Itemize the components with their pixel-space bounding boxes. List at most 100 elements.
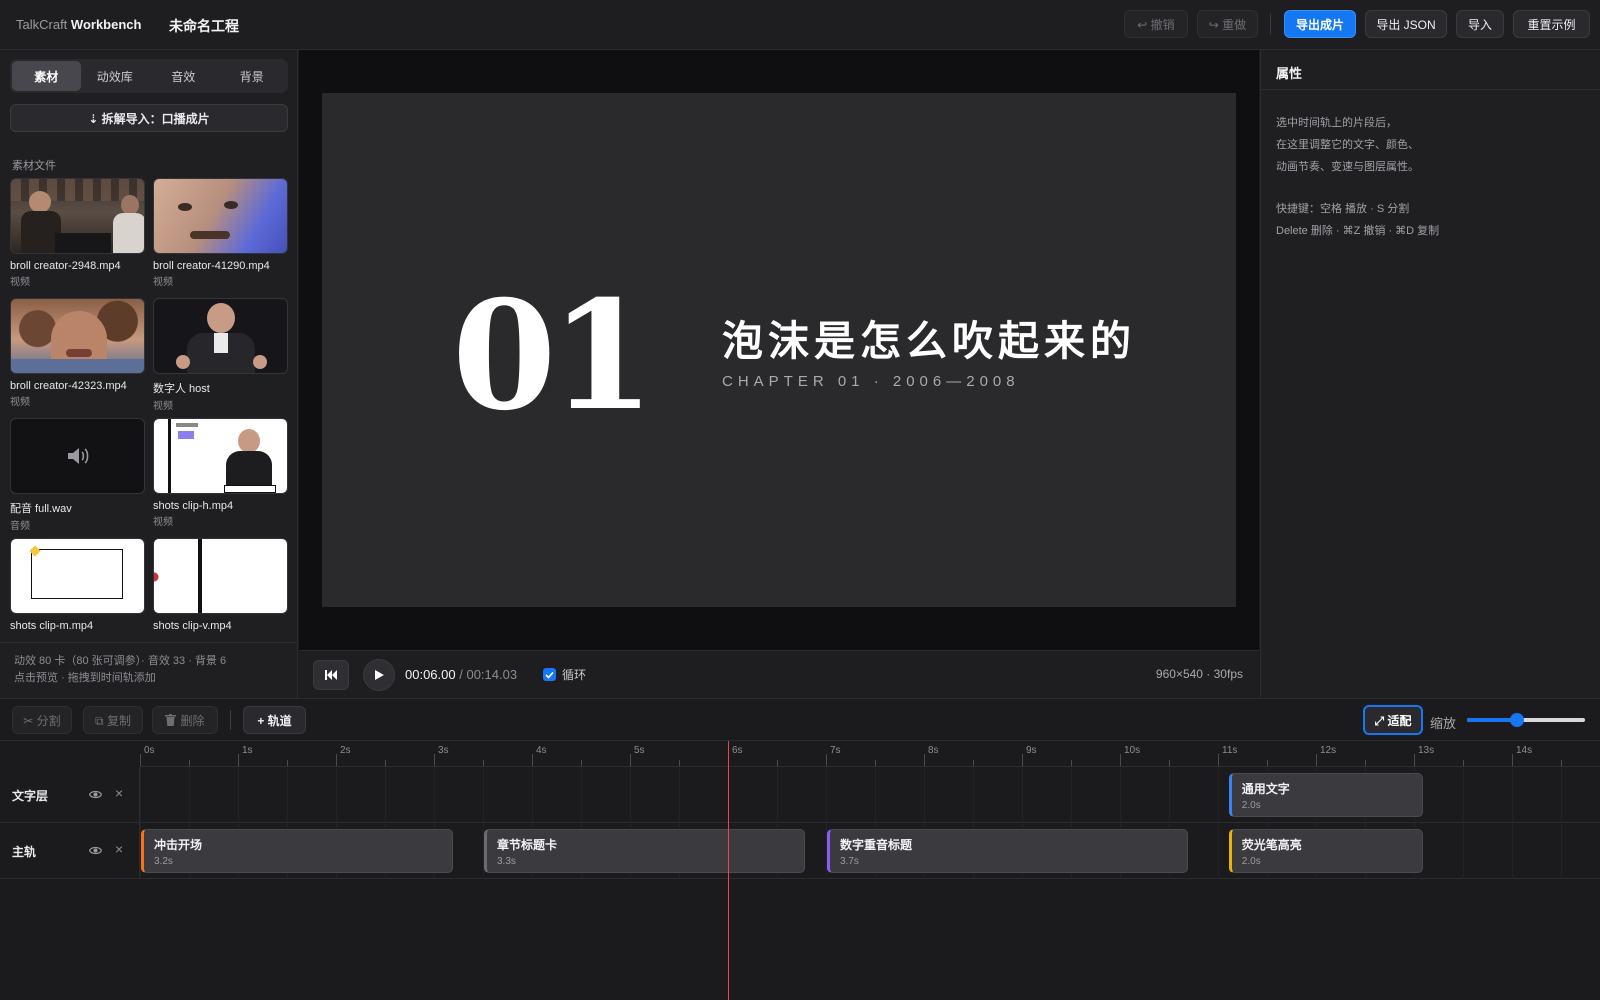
asset-card[interactable]: 数字人 host 视频 (153, 298, 288, 412)
asset-card[interactable]: broll creator-41290.mp4 视频 (153, 178, 288, 288)
timecode: 00:06.00 / 00:14.03 (405, 667, 517, 682)
play-button[interactable] (363, 659, 395, 691)
add-track-button[interactable]: + 轨道 (243, 706, 306, 734)
ruler-tick (434, 754, 435, 766)
asset-card[interactable]: shots clip-h.mp4 视频 (153, 418, 288, 528)
ruler-tick (532, 754, 533, 766)
timeline-clip[interactable]: 章节标题卡 3.3s (484, 829, 806, 873)
timeline-clip[interactable]: 数字重音标题 3.7s (827, 829, 1188, 873)
eye-icon[interactable] (88, 844, 103, 857)
brand-name: TalkCraft (16, 17, 68, 32)
ruler-tick (189, 760, 190, 766)
export-json-button[interactable]: 导出 JSON (1365, 10, 1447, 38)
delete-button[interactable]: 删除 (152, 706, 218, 734)
eye-icon[interactable] (88, 788, 103, 801)
grid-line (189, 767, 190, 823)
split-button[interactable]: ✂ 分割 (12, 706, 72, 734)
grid-line (140, 767, 141, 823)
tab-background[interactable]: 背景 (218, 61, 287, 91)
ruler-label: 6s (732, 745, 743, 756)
asset-card[interactable]: 配音 full.wav 音频 (10, 418, 145, 532)
skip-to-start-button[interactable] (313, 660, 349, 690)
grid-line (1218, 767, 1219, 823)
copy-button[interactable]: ⧉ 复制 (83, 706, 143, 734)
delete-label: 删除 (180, 713, 205, 728)
undo-button[interactable]: ↩ 撤销 (1124, 10, 1188, 38)
asset-section-label: 素材文件 (12, 160, 56, 172)
loop-toggle[interactable]: 循环 (543, 666, 586, 683)
track-name[interactable]: 文字层 (12, 787, 48, 804)
grid-line (581, 767, 582, 823)
export-video-button[interactable]: 导出成片 (1284, 10, 1356, 38)
properties-hint: 选中时间轨上的片段后， 在这里调整它的文字、颜色、 动画节奏、变速与图层属性。 … (1261, 90, 1600, 264)
ruler-tick (1463, 760, 1464, 766)
close-icon[interactable]: × (115, 841, 123, 857)
split-import-button[interactable]: ⇣ 拆解导入：口播成片 (10, 104, 288, 132)
ruler-tick (630, 754, 631, 766)
tab-sound[interactable]: 音效 (149, 61, 218, 91)
ruler-label: 11s (1222, 745, 1238, 756)
preview-canvas[interactable]: 01 泡沫是怎么吹起来的 CHAPTER 01 · 2006—2008 (322, 93, 1236, 607)
fit-button[interactable]: ⤢ 适配 (1363, 705, 1423, 735)
grid-line (1512, 823, 1513, 879)
clip-duration: 2.0s (1241, 800, 1261, 811)
grid-line (1218, 823, 1219, 879)
grid-line (1463, 767, 1464, 823)
redo-button[interactable]: ↪ 重做 (1197, 10, 1258, 38)
brand-product: Workbench (70, 17, 142, 32)
clip-name: 通用文字 (1241, 782, 1290, 796)
grid-line (336, 767, 337, 823)
ruler-label: 12s (1320, 745, 1337, 756)
ruler-tick (924, 754, 925, 766)
shortcut-text: Delete 删除 · ⌘Z 撤销 · ⌘D 复制 (1276, 225, 1440, 237)
grid-line (1022, 767, 1023, 823)
ruler-tick (140, 754, 141, 766)
close-icon[interactable]: × (115, 785, 123, 801)
asset-name: shots clip-h.mp4 (153, 500, 234, 512)
asset-card[interactable]: broll creator-42323.mp4 视频 (10, 298, 145, 408)
transport-bar: 00:06.00 / 00:14.03 循环 960×540 · 30fps (299, 650, 1259, 698)
asset-name: broll creator-42323.mp4 (10, 380, 127, 392)
ruler-tick (238, 754, 239, 766)
ruler-tick (287, 760, 288, 766)
grid-line (238, 767, 239, 823)
tab-assets[interactable]: 素材 (12, 61, 81, 91)
ruler-label: 10s (1124, 745, 1141, 756)
properties-title: 属性 (1261, 50, 1600, 90)
playhead[interactable] (728, 741, 729, 1000)
ruler-tick (777, 760, 778, 766)
loop-checkbox[interactable] (543, 668, 556, 681)
clip-duration: 3.7s (840, 856, 859, 867)
timeline-clip[interactable]: 冲击开场 3.2s (141, 829, 453, 873)
project-name[interactable]: 未命名工程 (169, 16, 239, 36)
zoom-slider-handle[interactable] (1509, 713, 1524, 727)
reset-example-button[interactable]: 重置示例 (1513, 10, 1590, 38)
grid-line (1463, 823, 1464, 879)
grid-line (1120, 767, 1121, 823)
clip-duration: 2.0s (1241, 856, 1261, 867)
toolbar-divider (1270, 14, 1271, 34)
asset-card[interactable]: shots clip-m.mp4 (10, 538, 145, 632)
timeline-clip[interactable]: 荧光笔高亮 2.0s (1228, 829, 1423, 873)
ruler-tick (875, 760, 876, 766)
grid-line (875, 767, 876, 823)
ruler-label: 7s (830, 745, 841, 756)
timeline-clip[interactable]: 通用文字 2.0s (1228, 773, 1423, 817)
ruler-tick (1414, 754, 1415, 766)
asset-card[interactable]: broll creator-2948.mp4 视频 (10, 178, 145, 288)
hint-text: 动画节奏、变速与图层属性。 (1276, 161, 1419, 173)
preview-area: 01 泡沫是怎么吹起来的 CHAPTER 01 · 2006—2008 00:0… (299, 50, 1259, 698)
tab-effects[interactable]: 动效库 (81, 61, 150, 91)
grid-line (532, 767, 533, 823)
import-button[interactable]: 导入 (1456, 10, 1504, 38)
ruler-label: 8s (928, 745, 939, 756)
asset-thumbnail (10, 418, 145, 494)
ruler-tick (1120, 754, 1121, 766)
asset-card[interactable]: shots clip-v.mp4 (153, 538, 288, 632)
zoom-slider[interactable] (1467, 713, 1585, 727)
time-ruler[interactable]: 0s 1s 2s 3s 4s 5s 6s 7s 8s 9s 10s 11s 12s 13s 14s (140, 741, 1600, 767)
asset-thumbnail (10, 178, 145, 254)
play-icon (374, 670, 384, 680)
asset-type: 视频 (10, 277, 30, 288)
track-name[interactable]: 主轨 (12, 843, 36, 860)
